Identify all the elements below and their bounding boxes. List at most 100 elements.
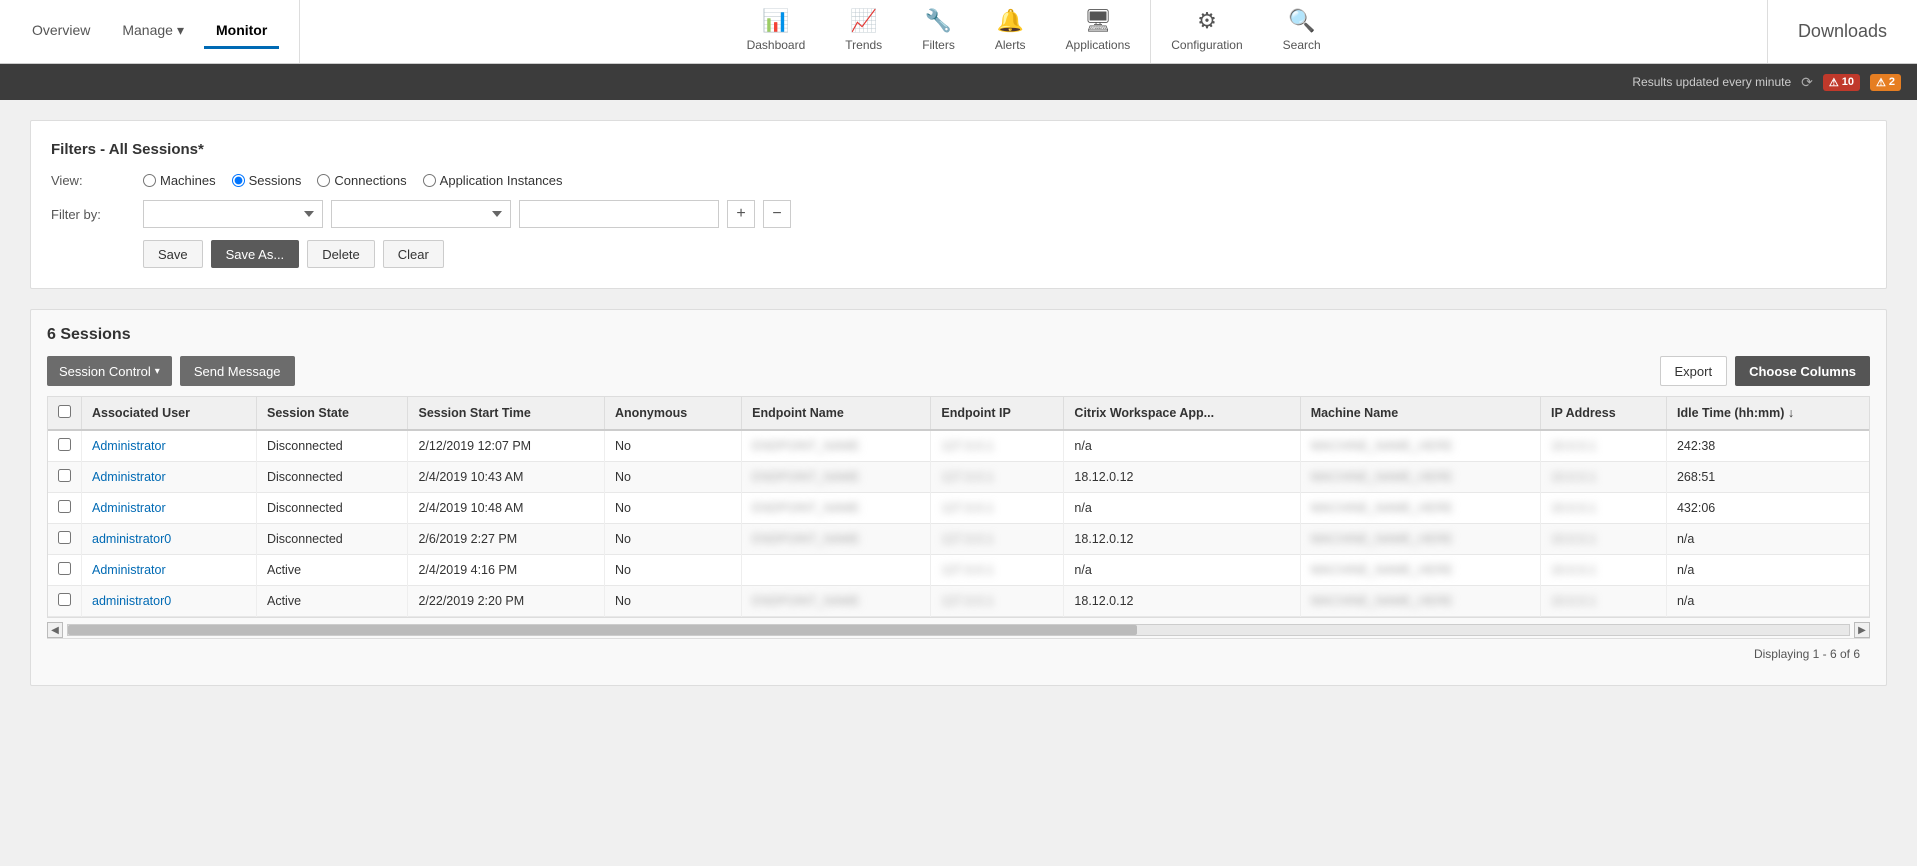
row-checkbox-cell <box>48 430 82 462</box>
row-endpoint-name: ENDPOINT_NAME <box>742 586 931 617</box>
row-checkbox[interactable] <box>58 469 71 482</box>
row-start-time: 2/6/2019 2:27 PM <box>408 524 605 555</box>
choose-columns-button[interactable]: Choose Columns <box>1735 356 1870 386</box>
row-checkbox[interactable] <box>58 562 71 575</box>
row-machine-name: MACHINE_NAME_HERE <box>1300 430 1540 462</box>
user-link[interactable]: Administrator <box>92 470 166 484</box>
row-idle-time: n/a <box>1666 586 1869 617</box>
nav-dashboard[interactable]: 📊 Dashboard <box>727 0 826 63</box>
row-machine-name: MACHINE_NAME_HERE <box>1300 555 1540 586</box>
table-container: Associated User Session State Session St… <box>47 396 1870 618</box>
filter-by-label: Filter by: <box>51 207 131 222</box>
row-start-time: 2/4/2019 10:43 AM <box>408 462 605 493</box>
row-state: Disconnected <box>257 493 408 524</box>
row-start-time: 2/12/2019 12:07 PM <box>408 430 605 462</box>
row-state: Disconnected <box>257 524 408 555</box>
table-header-row: Associated User Session State Session St… <box>48 397 1869 430</box>
radio-connections[interactable]: Connections <box>317 173 406 188</box>
nav-applications[interactable]: 🖥 Applications <box>1046 0 1151 63</box>
radio-machines-input[interactable] <box>143 174 156 187</box>
remove-filter-button[interactable]: − <box>763 200 791 228</box>
row-citrix-app: 18.12.0.12 <box>1064 524 1300 555</box>
radio-machines[interactable]: Machines <box>143 173 216 188</box>
radio-app-instances[interactable]: Application Instances <box>423 173 563 188</box>
nav-center: 📊 Dashboard 📈 Trends 🔧 Filters 🔔 Alerts … <box>299 0 1768 63</box>
clear-button[interactable]: Clear <box>383 240 444 268</box>
table-row: administrator0 Disconnected2/6/2019 2:27 … <box>48 524 1869 555</box>
row-anonymous: No <box>605 462 742 493</box>
row-start-time: 2/4/2019 4:16 PM <box>408 555 605 586</box>
nav-filters[interactable]: 🔧 Filters <box>902 0 975 63</box>
filter-value-input[interactable] <box>519 200 719 228</box>
row-user: Administrator <box>82 493 257 524</box>
radio-sessions-input[interactable] <box>232 174 245 187</box>
user-link[interactable]: Administrator <box>92 439 166 453</box>
applications-icon: 🖥 <box>1084 8 1112 34</box>
row-citrix-app: 18.12.0.12 <box>1064 586 1300 617</box>
header-ip-address: IP Address <box>1541 397 1667 430</box>
table-row: AdministratorDisconnected2/12/2019 12:07… <box>48 430 1869 462</box>
nav-alerts[interactable]: 🔔 Alerts <box>975 0 1046 63</box>
user-link[interactable]: Administrator <box>92 563 166 577</box>
export-button[interactable]: Export <box>1660 356 1728 386</box>
row-state: Active <box>257 586 408 617</box>
nav-search[interactable]: 🔍 Search <box>1263 0 1341 63</box>
dashboard-icon: 📊 <box>762 8 789 34</box>
badge-errors[interactable]: ⚠ 10 <box>1823 74 1860 91</box>
radio-connections-input[interactable] <box>317 174 330 187</box>
user-link[interactable]: administrator0 <box>92 594 171 608</box>
row-user: Administrator <box>82 462 257 493</box>
refresh-icon[interactable]: ⟳ <box>1801 74 1813 91</box>
row-anonymous: No <box>605 555 742 586</box>
sessions-table: Associated User Session State Session St… <box>48 397 1869 617</box>
session-control-button[interactable]: Session Control ▾ <box>47 356 172 386</box>
row-checkbox[interactable] <box>58 438 71 451</box>
header-machine-name: Machine Name <box>1300 397 1540 430</box>
nav-trends[interactable]: 📈 Trends <box>825 0 902 63</box>
row-user: Administrator <box>82 555 257 586</box>
user-link[interactable]: Administrator <box>92 501 166 515</box>
main-content: Filters - All Sessions* View: Machines S… <box>0 100 1917 706</box>
row-endpoint-name: ENDPOINT_NAME <box>742 430 931 462</box>
radio-sessions[interactable]: Sessions <box>232 173 302 188</box>
delete-button[interactable]: Delete <box>307 240 375 268</box>
row-checkbox-cell <box>48 586 82 617</box>
status-bar: Results updated every minute ⟳ ⚠ 10 ⚠ 2 <box>0 64 1917 100</box>
nav-overview[interactable]: Overview <box>20 14 102 49</box>
filters-icon: 🔧 <box>925 8 952 34</box>
select-all-checkbox[interactable] <box>58 405 71 418</box>
row-machine-name: MACHINE_NAME_HERE <box>1300 524 1540 555</box>
user-link[interactable]: administrator0 <box>92 532 171 546</box>
nav-monitor[interactable]: Monitor <box>204 14 279 49</box>
badge-warnings[interactable]: ⚠ 2 <box>1870 74 1901 91</box>
nav-configuration[interactable]: ⚙ Configuration <box>1151 0 1262 63</box>
downloads-label[interactable]: Downloads <box>1798 21 1887 42</box>
add-filter-button[interactable]: + <box>727 200 755 228</box>
nav-manage[interactable]: Manage ▾ <box>110 14 196 50</box>
pagination-text: Displaying 1 - 6 of 6 <box>1754 647 1860 661</box>
scroll-right-button[interactable]: ▶ <box>1854 622 1870 638</box>
row-citrix-app: n/a <box>1064 555 1300 586</box>
top-nav: Overview Manage ▾ Monitor 📊 Dashboard 📈 … <box>0 0 1917 64</box>
view-row: View: Machines Sessions Connections Appl… <box>51 173 1866 188</box>
radio-app-instances-input[interactable] <box>423 174 436 187</box>
header-associated-user: Associated User <box>82 397 257 430</box>
scroll-track[interactable] <box>67 624 1850 636</box>
row-checkbox[interactable] <box>58 500 71 513</box>
filter-dropdown-2[interactable] <box>331 200 511 228</box>
configuration-icon: ⚙ <box>1197 8 1217 34</box>
row-checkbox[interactable] <box>58 593 71 606</box>
row-checkbox[interactable] <box>58 531 71 544</box>
send-message-button[interactable]: Send Message <box>180 356 295 386</box>
warning-icon-orange: ⚠ <box>1876 76 1886 89</box>
row-user: administrator0 <box>82 524 257 555</box>
row-ip-address: 10.0.0.1 <box>1541 493 1667 524</box>
header-session-start-time: Session Start Time <box>408 397 605 430</box>
scroll-left-button[interactable]: ◀ <box>47 622 63 638</box>
filters-title: Filters - All Sessions* <box>51 141 1866 158</box>
right-actions: Export Choose Columns <box>1660 356 1870 386</box>
row-anonymous: No <box>605 524 742 555</box>
save-as-button[interactable]: Save As... <box>211 240 300 268</box>
save-button[interactable]: Save <box>143 240 203 268</box>
filter-dropdown-1[interactable] <box>143 200 323 228</box>
